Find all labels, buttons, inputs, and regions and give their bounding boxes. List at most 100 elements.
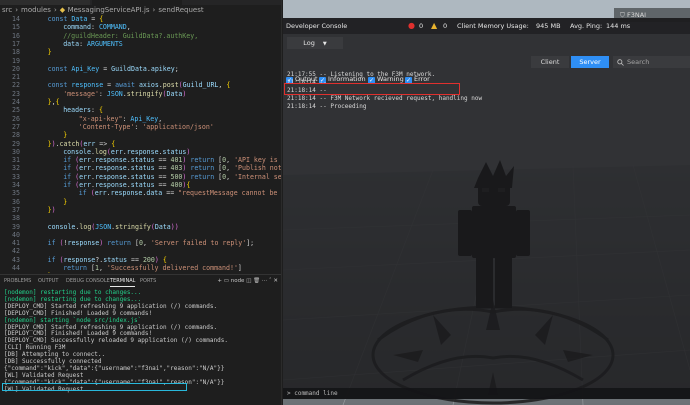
code-token: if xyxy=(47,239,60,248)
code-token: Guild_URL xyxy=(182,81,219,90)
code-token: ] xyxy=(237,264,242,272)
code-token: response xyxy=(126,147,159,156)
code-token: console xyxy=(63,147,91,156)
code-token: { xyxy=(226,81,231,90)
warning-icon: ▲ xyxy=(431,21,438,30)
search-input[interactable]: Search xyxy=(613,56,690,68)
terminal-actions: + ▭ node ◫ 🗑 ··· ˆ ✕ xyxy=(217,275,278,287)
panel-tab-debug-console[interactable]: DEBUG CONSOLE xyxy=(66,275,110,287)
code-token: == xyxy=(154,181,171,189)
code-token: response xyxy=(95,156,127,165)
code-token: data xyxy=(63,39,80,48)
code-token: , xyxy=(142,239,151,248)
log-line: 21:18:14 -- F3M Network recieved request… xyxy=(287,95,483,102)
breadcrumb-separator: › xyxy=(53,6,57,14)
code-token: axios xyxy=(138,81,159,90)
code-token: JSON xyxy=(95,222,112,231)
code-token: catch xyxy=(59,139,80,148)
breadcrumb-separator: › xyxy=(15,6,19,14)
close-icon[interactable]: ✕ xyxy=(273,278,278,284)
shell-name[interactable]: node xyxy=(231,278,245,284)
code-token: err xyxy=(79,156,92,165)
breadcrumb-item[interactable]: src xyxy=(2,6,12,14)
code-token: : xyxy=(90,106,99,115)
code-token: status xyxy=(130,181,155,189)
code-token: } xyxy=(48,272,52,273)
warning-count: 0 xyxy=(443,22,448,30)
devconsole-titlebar: Developer Console ● 0 ▲ 0 Client Memory … xyxy=(283,18,690,34)
code-token: { xyxy=(186,181,191,189)
breadcrumb-item[interactable]: MessagingServiceAPI.js xyxy=(68,6,150,14)
code-token: 'application/json' xyxy=(142,122,214,131)
panel-tab-terminal[interactable]: TERMINAL xyxy=(110,275,136,287)
code-token: JSON xyxy=(106,89,123,98)
chevron-down-icon: ▼ xyxy=(322,41,327,47)
code-token: ]; xyxy=(246,239,255,248)
code-token: return xyxy=(186,164,219,173)
code-token: return xyxy=(103,239,135,248)
code-token: err xyxy=(110,147,123,156)
breadcrumb-item[interactable]: modules xyxy=(21,6,51,14)
code-token: : xyxy=(79,39,88,48)
code-area[interactable]: 14 const Data = {15 command: COMMAND, 16//g… xyxy=(0,15,282,273)
code-token: err xyxy=(94,189,107,198)
split-icon[interactable]: ◫ xyxy=(244,278,253,284)
roblox-game-view[interactable]: ⛉ F3NAI Developer Console ● 0 ▲ 0 Client… xyxy=(283,0,690,405)
code-token: ) xyxy=(186,147,191,156)
log-line: 21:18:14 -- Proceeding xyxy=(287,103,367,110)
code-token: = xyxy=(103,81,116,90)
code-token: err xyxy=(79,181,92,189)
code-line: 45} xyxy=(0,272,281,273)
code-token: => xyxy=(95,139,112,148)
code-token: if xyxy=(47,255,60,264)
error-icon: ● xyxy=(408,21,415,30)
code-token: ) xyxy=(182,89,187,98)
code-token: } xyxy=(63,131,68,140)
server-toggle-button[interactable]: Server xyxy=(571,56,609,68)
code-token: status xyxy=(162,147,187,156)
code-token: response xyxy=(71,81,104,90)
trash-icon[interactable]: 🗑 xyxy=(253,278,262,284)
code-token: response xyxy=(67,239,100,248)
code-token: , xyxy=(226,156,235,165)
log-view-select[interactable]: Log ▼ xyxy=(287,37,343,49)
code-token: Data xyxy=(71,15,88,23)
panel-tab-problems[interactable]: PROBLEMS xyxy=(4,275,31,287)
code-token: 'API key is invalid xyxy=(234,156,278,165)
line-number: 45 xyxy=(0,272,20,273)
ping-value: 144 ms xyxy=(606,22,631,30)
code-token: : xyxy=(98,89,107,98)
panel-tab-output[interactable]: OUTPUT xyxy=(38,275,58,287)
code-token: , xyxy=(126,23,131,32)
command-line-input[interactable]: > command line xyxy=(283,388,690,399)
code-token: status xyxy=(103,255,128,264)
code-token: status xyxy=(130,164,155,173)
code-token: err xyxy=(83,139,96,148)
client-toggle-button[interactable]: Client xyxy=(531,56,569,68)
code-token: ) xyxy=(51,205,56,214)
code-token: { xyxy=(162,255,167,264)
more-icon[interactable]: ··· xyxy=(262,278,269,284)
code-token: return xyxy=(63,264,91,272)
code-token: 500 xyxy=(170,172,183,181)
code-token: ; xyxy=(174,64,179,73)
code-token: == xyxy=(162,189,179,198)
terminal-highlight-box xyxy=(2,383,187,391)
error-count: 0 xyxy=(419,22,424,30)
code-token: data xyxy=(146,189,163,198)
code-token: response xyxy=(110,189,143,198)
breadcrumb-item[interactable]: sendRequest xyxy=(158,6,203,14)
breadcrumb-separator: › xyxy=(152,6,156,14)
code-token: GuildData xyxy=(111,64,147,73)
code-token: , xyxy=(158,114,163,123)
developer-console: Log ▼ Client Server Search ✓ Output ✓ Info… xyxy=(283,34,690,399)
code-token: == xyxy=(154,156,171,165)
code-token: "x-api-key" xyxy=(78,114,123,123)
code-token: 'Publish not allowed xyxy=(234,164,282,173)
terminal-output[interactable]: [nodemon] restarting due to changes... [n… xyxy=(0,287,281,405)
code-token: , xyxy=(226,172,235,181)
panel-tab-ports[interactable]: PORTS xyxy=(140,275,156,287)
code-token: )) xyxy=(170,222,179,231)
code-token: { xyxy=(99,15,104,23)
code-token: == xyxy=(127,255,143,264)
